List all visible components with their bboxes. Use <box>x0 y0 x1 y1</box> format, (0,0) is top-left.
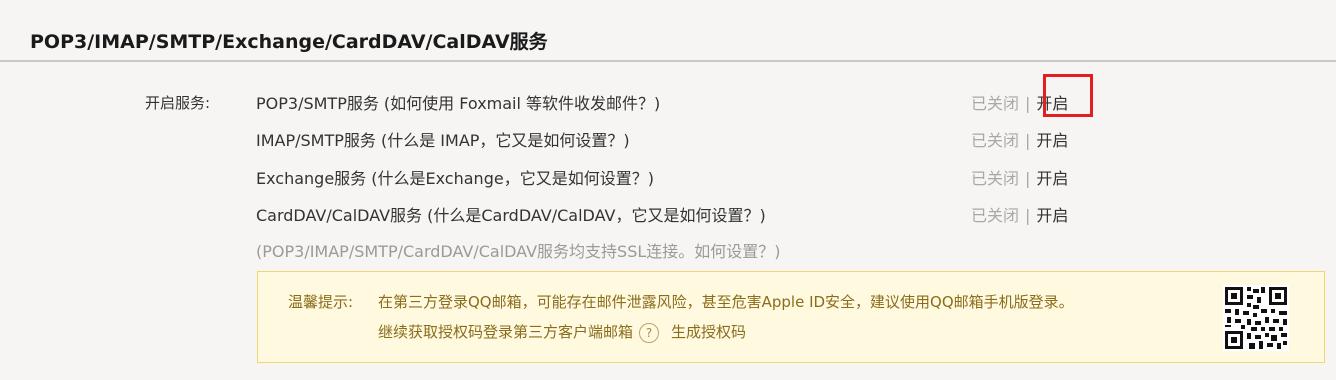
section-title: POP3/IMAP/SMTP/Exchange/CardDAV/CalDAV服务 <box>30 31 548 53</box>
enable-pop3-button[interactable]: 开启 <box>1036 94 1068 113</box>
service-name-carddav[interactable]: CardDAV/CalDAV服务 (什么是CardDAV/CalDAV，它又是如… <box>256 202 766 226</box>
status-closed-label: 已关闭 <box>971 131 1020 150</box>
status-separator: | <box>1025 131 1031 150</box>
service-status-imap: 已关闭 | 开启 <box>971 127 1068 151</box>
enable-imap-button[interactable]: 开启 <box>1036 131 1068 150</box>
enable-exchange-button[interactable]: 开启 <box>1036 169 1068 188</box>
service-status-exchange: 已关闭 | 开启 <box>971 165 1068 189</box>
status-separator: | <box>1025 206 1031 225</box>
ssl-note-link[interactable]: (POP3/IMAP/SMTP/CardDAV/CalDAV服务均支持SSL连接… <box>256 238 781 262</box>
generate-auth-code-link[interactable]: 生成授权码 <box>671 323 746 341</box>
service-row-imap: IMAP/SMTP服务 (什么是 IMAP，它又是如何设置？) 已关闭 | 开启 <box>256 127 1096 153</box>
status-closed-label: 已关闭 <box>971 206 1020 225</box>
status-closed-label: 已关闭 <box>971 94 1020 113</box>
service-row-exchange: Exchange服务 (什么是Exchange，它又是如何设置？) 已关闭 | 开启 <box>256 165 1096 191</box>
help-icon[interactable]: ? <box>639 322 660 343</box>
status-closed-label: 已关闭 <box>971 169 1020 188</box>
tip-auth-text: 继续获取授权码登录第三方客户端邮箱 <box>378 323 634 341</box>
services-row-label: 开启服务: <box>145 94 211 112</box>
tip-warning-text: 在第三方登录QQ邮箱，可能存在邮件泄露风险，甚至危害Apple ID安全，建议使… <box>378 293 1074 311</box>
status-separator: | <box>1025 94 1031 113</box>
tip-panel: 温馨提示: 在第三方登录QQ邮箱，可能存在邮件泄露风险，甚至危害Apple ID… <box>257 271 1325 363</box>
service-name-exchange[interactable]: Exchange服务 (什么是Exchange，它又是如何设置？) <box>256 165 654 189</box>
service-row-pop3: POP3/SMTP服务 (如何使用 Foxmail 等软件收发邮件？) 已关闭 |… <box>256 90 1096 116</box>
section-header: POP3/IMAP/SMTP/Exchange/CardDAV/CalDAV服务 <box>0 22 1336 62</box>
qr-code-icon <box>1223 285 1289 351</box>
service-status-pop3: 已关闭 | 开启 <box>971 90 1068 114</box>
service-name-imap[interactable]: IMAP/SMTP服务 (什么是 IMAP，它又是如何设置？) <box>256 127 630 151</box>
tip-label: 温馨提示: <box>288 293 354 311</box>
service-status-carddav: 已关闭 | 开启 <box>971 202 1068 226</box>
tip-auth-line: 继续获取授权码登录第三方客户端邮箱? 生成授权码 <box>378 321 746 343</box>
status-separator: | <box>1025 169 1031 188</box>
service-row-carddav: CardDAV/CalDAV服务 (什么是CardDAV/CalDAV，它又是如… <box>256 202 1096 228</box>
enable-carddav-button[interactable]: 开启 <box>1036 206 1068 225</box>
service-name-pop3[interactable]: POP3/SMTP服务 (如何使用 Foxmail 等软件收发邮件？) <box>256 90 660 114</box>
